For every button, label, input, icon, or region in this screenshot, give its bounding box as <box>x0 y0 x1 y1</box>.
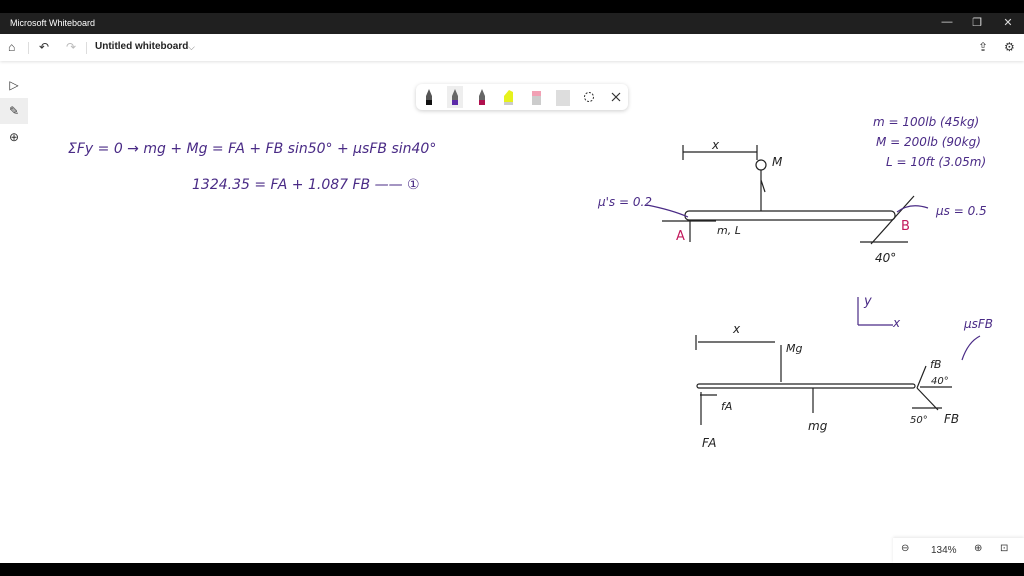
pen-tray <box>416 84 628 110</box>
fit-to-screen-icon[interactable]: ⊡ <box>1000 543 1008 554</box>
fA-label: fA <box>721 400 732 413</box>
mu-b-label: μs = 0.5 <box>935 204 987 218</box>
person-M-label: M <box>772 155 783 169</box>
add-icon[interactable]: ⊕ <box>0 124 28 150</box>
diagram-setup <box>646 145 929 245</box>
zoom-bar: ⊖ 134% ⊕ ⊡ <box>893 538 1024 563</box>
ruler[interactable] <box>556 90 570 106</box>
angle-50-label: 50° <box>910 415 928 426</box>
zoom-in-icon[interactable]: ⊕ <box>974 543 982 554</box>
share-icon[interactable]: ⇪ <box>978 40 988 54</box>
axis-x-label: x <box>892 316 901 330</box>
magenta-pen[interactable] <box>479 89 485 105</box>
eraser[interactable] <box>532 91 541 105</box>
screen-top-bar <box>0 0 1024 13</box>
close-tray-icon[interactable] <box>611 92 621 102</box>
angle-40-label: 40° <box>875 251 896 265</box>
select-icon[interactable]: ▷ <box>0 72 28 98</box>
home-icon[interactable]: ⌂ <box>8 40 15 54</box>
purple-pen[interactable] <box>447 86 463 108</box>
undo-icon[interactable]: ↶ <box>39 40 49 54</box>
fbd-x-label: x <box>732 322 741 336</box>
pen-tray-tools <box>426 86 621 108</box>
app-bar: ⌂ ↶ ↷ Untitled whiteboard ⌵ ⇪ ⚙ <box>0 34 1024 61</box>
axis-y-label: y <box>863 294 872 309</box>
redo-icon[interactable]: ↷ <box>66 40 76 54</box>
beam-label: m, L <box>717 224 741 237</box>
equation-line-2: 1324.35 = FA + 1.087 FB —— ① <box>192 177 420 193</box>
app-title: Microsoft Whiteboard <box>10 18 96 28</box>
angle-40-fbd-label: 40° <box>931 376 949 387</box>
fB-label: fB <box>930 358 941 371</box>
Mg-label: Mg <box>786 342 802 355</box>
point-b-label: B <box>901 219 910 234</box>
mu-a-label: μ's = 0.2 <box>597 195 652 209</box>
distance-x-label: x <box>711 138 720 152</box>
pen-icon[interactable]: ✎ <box>0 98 28 124</box>
minimize-icon[interactable]: — <box>932 16 962 28</box>
left-toolbar: ▷ ✎ ⊕ <box>0 72 28 150</box>
zoom-level: 134% <box>931 545 957 556</box>
point-a-label: A <box>676 229 685 244</box>
board-title[interactable]: Untitled whiteboard <box>95 41 188 52</box>
screen-bottom-bar <box>0 563 1024 576</box>
zoom-out-icon[interactable]: ⊖ <box>901 543 909 554</box>
lasso-icon[interactable] <box>584 92 594 102</box>
given-L: L = 10ft (3.05m) <box>886 155 986 169</box>
title-bar: Microsoft Whiteboard — ❐ ✕ <box>0 13 1024 34</box>
FB-label: FB <box>944 412 959 426</box>
divider <box>86 42 87 54</box>
mu-FB-label: μsFB <box>963 317 993 331</box>
restore-icon[interactable]: ❐ <box>962 16 992 29</box>
highlighter[interactable] <box>504 90 513 105</box>
close-icon[interactable]: ✕ <box>993 16 1023 29</box>
mg-label: mg <box>808 419 828 433</box>
divider <box>28 42 29 54</box>
gear-icon[interactable]: ⚙ <box>1004 40 1015 54</box>
free-body-diagram <box>695 297 981 425</box>
given-m: m = 100lb (45kg) <box>873 115 979 129</box>
chevron-down-icon[interactable]: ⌵ <box>188 42 195 53</box>
FA-label: FA <box>702 436 716 450</box>
given-M: M = 200lb (90kg) <box>876 135 981 149</box>
equation-line-1: ΣFy = 0 → mg + Mg = FA + FB sin50° + μsF… <box>68 141 436 157</box>
black-pen[interactable] <box>426 89 432 105</box>
